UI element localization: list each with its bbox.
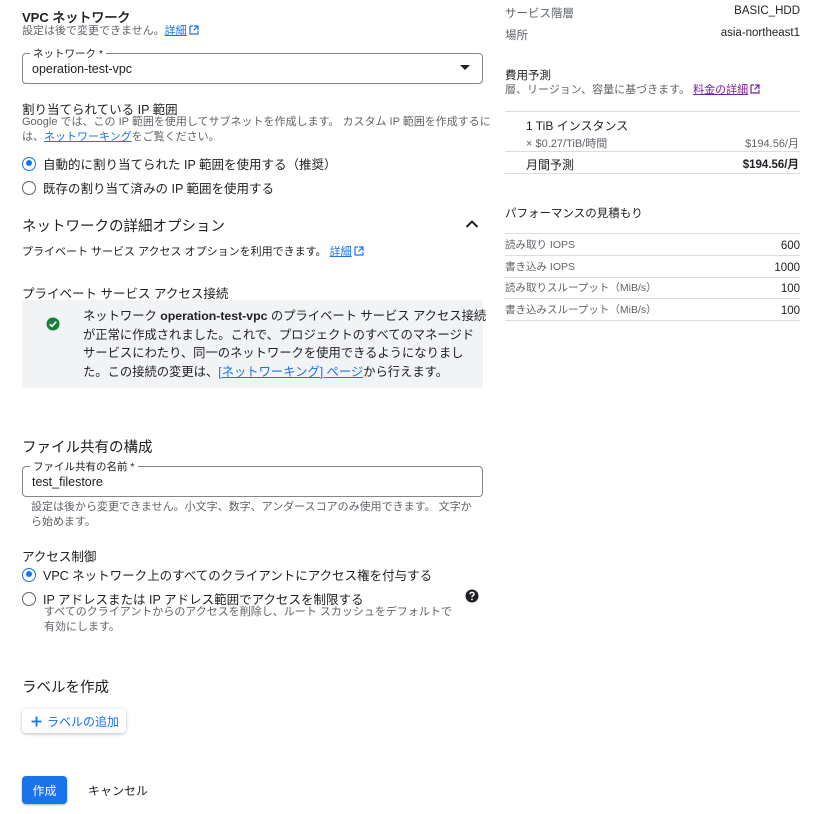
vpc-details-link[interactable]: 詳細 <box>165 25 187 37</box>
advanced-options-title: ネットワークの詳細オプション <box>22 219 225 235</box>
monthly-estimate-value: $194.56/月 <box>742 159 799 171</box>
open-in-new-icon <box>189 25 199 35</box>
service-tier-value: BASIC_HDD <box>734 5 800 17</box>
divider <box>505 111 800 112</box>
location-value: asia-northeast1 <box>720 27 800 39</box>
network-select-label: ネットワーク * <box>30 46 107 61</box>
create-button[interactable]: 作成 <box>22 776 67 804</box>
radio-button-selected[interactable] <box>22 156 36 171</box>
instance-label: 1 TiB インスタンス <box>526 119 629 133</box>
help-icon[interactable] <box>465 589 479 603</box>
open-in-new-icon <box>353 246 364 256</box>
file-share-name-input[interactable]: ファイル共有の名前 * test_filestore <box>22 459 483 497</box>
plus-icon <box>31 716 42 726</box>
instance-rate-value: $194.56/月 <box>745 138 799 150</box>
advanced-details-link[interactable]: 詳細 <box>330 246 352 258</box>
divider <box>505 277 800 278</box>
psa-message: ネットワーク operation-test-vpc のプライベート サービス ア… <box>83 309 487 379</box>
monthly-estimate-label: 月間予測 <box>526 158 575 172</box>
write-throughput-label: 書き込みスループット（MiB/s） <box>505 304 657 316</box>
read-iops-value: 600 <box>780 240 800 252</box>
divider <box>505 151 800 152</box>
pricing-details-link[interactable]: 料金の詳細 <box>693 84 748 96</box>
read-throughput-value: 100 <box>780 283 800 295</box>
vpc-network-subtitle: 設定は後で変更できません。詳細 <box>22 23 199 39</box>
performance-title: パフォーマンスの見積もり <box>505 208 643 220</box>
divider <box>505 298 800 299</box>
radio-existing-ip-range[interactable]: 既存の割り当て済みの IP 範囲を使用する <box>22 178 274 197</box>
divider <box>505 233 800 234</box>
open-in-new-icon <box>750 84 760 94</box>
restrict-ip-desc-line2: 有効にします。 <box>44 621 120 633</box>
write-iops-value: 1000 <box>774 262 800 274</box>
advanced-options-desc: プライベート サービス アクセス オプションを利用できます。 詳細 <box>22 244 364 260</box>
radio-auto-ip-range[interactable]: 自動的に割り当てられた IP 範囲を使用する（推奨） <box>22 154 337 173</box>
instance-rate: × $0.27/TiB/時間 <box>526 138 608 150</box>
add-label-button[interactable]: ラベルの追加 <box>22 709 126 733</box>
radio-button-selected[interactable] <box>22 567 36 582</box>
service-tier-label: サービス階層 <box>505 8 574 20</box>
ip-range-desc-line1: Google では、この IP 範囲を使用してサブネットを作成します。 カスタム… <box>22 116 491 128</box>
access-control-title: アクセス制御 <box>22 550 97 564</box>
chevron-up-icon[interactable] <box>465 219 479 229</box>
networking-page-link[interactable]: [ネットワーキング] ページ <box>218 365 363 379</box>
file-share-title: ファイル共有の構成 <box>22 440 153 456</box>
labels-title: ラベルを作成 <box>22 680 109 696</box>
cost-estimate-title: 費用予測 <box>505 70 551 82</box>
network-select[interactable]: ネットワーク * operation-test-vpc <box>22 46 483 84</box>
cost-estimate-subtitle: 層、リージョン、容量に基づきます。 料金の詳細 <box>505 82 760 98</box>
file-share-hint-line2: ら始めます。 <box>31 516 96 528</box>
file-share-hint-line1: 設定は後から変更できません。小文字、数字、アンダースコアのみ使用できます。 文字… <box>31 501 472 513</box>
radio-button[interactable] <box>22 591 36 606</box>
file-share-name-value: test_filestore <box>32 475 103 489</box>
divider <box>505 320 800 321</box>
read-throughput-label: 読み取りスループット（MiB/s） <box>505 282 657 294</box>
radio-grant-all-clients[interactable]: VPC ネットワーク上のすべてのクライアントにアクセス権を付与する <box>22 565 432 584</box>
write-throughput-value: 100 <box>780 305 800 317</box>
cancel-button[interactable]: キャンセル <box>80 776 156 804</box>
networking-link[interactable]: ネットワーキング <box>44 131 132 143</box>
radio-button[interactable] <box>22 180 36 195</box>
read-iops-label: 読み取り IOPS <box>505 239 576 251</box>
check-circle-icon <box>46 317 60 331</box>
divider <box>505 173 800 174</box>
divider <box>505 255 800 256</box>
location-label: 場所 <box>505 30 528 42</box>
ip-range-desc-line2: は、ネットワーキングをご覧ください。 <box>22 131 220 143</box>
psa-status-card: ネットワーク operation-test-vpc のプライベート サービス ア… <box>22 300 487 388</box>
restrict-ip-desc-line1: すべてのクライアントからのアクセスを削除し、ルート スカッシュをデフォルトで <box>44 606 452 618</box>
file-share-name-label: ファイル共有の名前 * <box>30 459 138 474</box>
chevron-down-icon <box>460 65 470 70</box>
network-select-value: operation-test-vpc <box>32 62 133 76</box>
write-iops-label: 書き込み IOPS <box>505 261 576 273</box>
